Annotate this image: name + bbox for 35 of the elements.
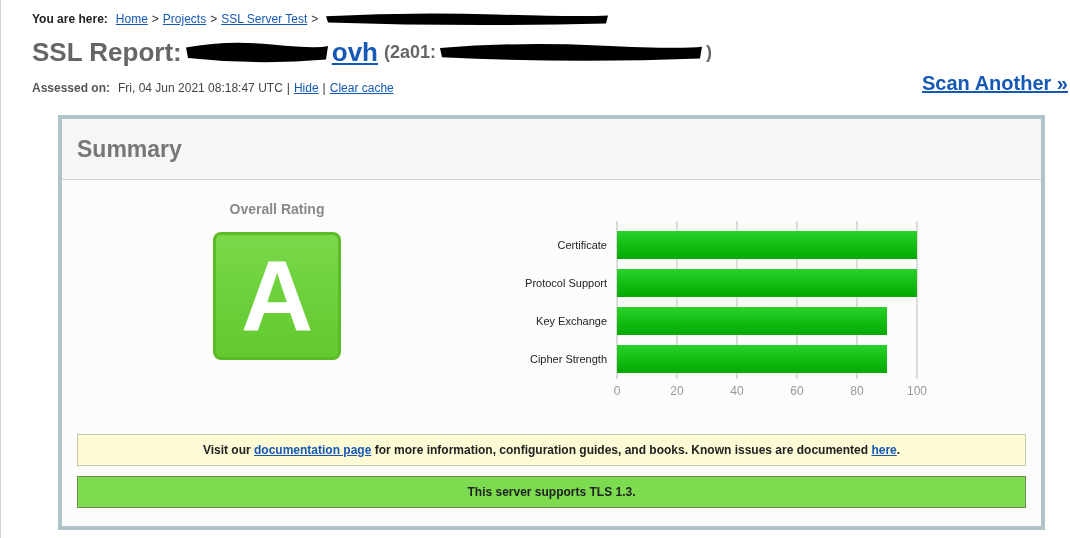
scan-another-link[interactable]: Scan Another » bbox=[922, 72, 1068, 95]
breadcrumb-link[interactable]: SSL Server Test bbox=[221, 12, 308, 26]
notice-text: This server supports TLS 1.3. bbox=[467, 485, 636, 499]
axis-tick-label: 100 bbox=[907, 384, 927, 398]
axis-tick-label: 80 bbox=[850, 384, 864, 398]
breadcrumb-separator: > bbox=[210, 12, 218, 26]
action-link[interactable]: Hide bbox=[293, 81, 319, 95]
host-link[interactable]: ovh bbox=[331, 36, 378, 68]
address-text: (2a01: bbox=[384, 41, 437, 63]
grade-badge: A bbox=[213, 232, 341, 360]
panel-title: Summary bbox=[77, 135, 182, 163]
breadcrumb-link[interactable]: Projects bbox=[162, 12, 207, 26]
notice-link[interactable]: here bbox=[871, 443, 897, 457]
breadcrumb-separator: > bbox=[151, 12, 159, 26]
axis-tick-label: 20 bbox=[670, 384, 684, 398]
action-link[interactable]: Clear cache bbox=[329, 81, 394, 95]
breadcrumb-separator: > bbox=[311, 12, 319, 26]
notice-text: Visit our documentation page for more information, configuration guides, and books. Known issues are documented here. bbox=[202, 443, 901, 457]
bar-label: Cipher Strength bbox=[529, 353, 607, 365]
breadcrumb-link[interactable]: Home bbox=[115, 12, 148, 26]
breadcrumb-label: You are here: bbox=[32, 12, 108, 26]
bar-label: Certificate bbox=[557, 239, 607, 251]
axis-tick-label: 40 bbox=[730, 384, 744, 398]
address-text: ) bbox=[706, 41, 713, 63]
axis-tick-label: 60 bbox=[790, 384, 804, 398]
bar-label: Protocol Support bbox=[525, 277, 607, 289]
assessed-label: Assessed on: bbox=[32, 81, 111, 95]
report-title: SSL Report: bbox=[32, 36, 182, 68]
assessed-date: Fri, 04 Jun 2021 08:18:47 UTC bbox=[118, 81, 283, 95]
bar-label: Key Exchange bbox=[536, 315, 607, 327]
rating-label: Overall Rating bbox=[229, 201, 325, 217]
axis-tick-label: 0 bbox=[613, 384, 621, 398]
separator: | bbox=[322, 81, 326, 95]
separator: | bbox=[286, 81, 290, 95]
notice-link[interactable]: documentation page bbox=[254, 443, 372, 457]
